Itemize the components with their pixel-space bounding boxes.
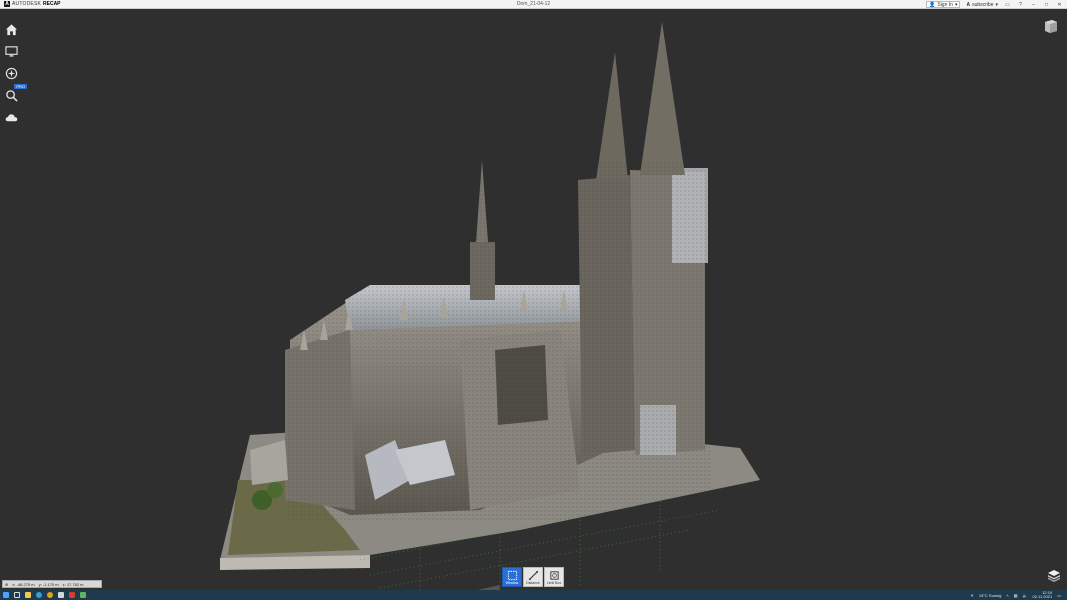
brand-recap-text: RECAP — [43, 1, 61, 7]
clock-date: 02.11.2021 — [1032, 594, 1053, 599]
point-cloud-viewport[interactable]: PRO — [0, 10, 1067, 590]
coord-y: y: -1.170 m — [38, 581, 59, 587]
selection-toolbar: Window Distance Limit Box — [502, 567, 564, 587]
navigation-button[interactable] — [4, 66, 19, 80]
monitor-icon — [5, 45, 18, 57]
windows-taskbar: ☀ 15°C Sonnig ˄ ▦ 🔈 12:10 02.11.2021 ▭ — [0, 590, 1067, 600]
window-select-button[interactable]: Window — [502, 567, 522, 587]
green-app-icon — [80, 592, 86, 598]
document-title: Dom_21-04-12 — [516, 1, 551, 7]
layers-icon[interactable] — [1047, 568, 1061, 582]
explorer-button[interactable] — [24, 591, 32, 599]
search-button[interactable]: PRO — [4, 84, 27, 102]
subscribe-label: subscribe — [972, 1, 994, 8]
edge-button[interactable] — [35, 591, 43, 599]
maximize-button[interactable]: □ — [1043, 2, 1050, 8]
cloud-button[interactable] — [4, 110, 19, 124]
weather-text: 15°C Sonnig — [978, 592, 1002, 598]
crosshair-icon: ⊕ — [5, 581, 9, 587]
chevron-down-icon: ▾ — [954, 1, 958, 8]
ruler-icon — [528, 570, 538, 580]
display-settings-button[interactable] — [4, 44, 19, 58]
chat-icon[interactable]: ▭ — [1004, 2, 1011, 8]
user-icon: 👤 — [929, 1, 936, 8]
windows-logo-icon — [3, 592, 9, 598]
compass-icon — [5, 67, 18, 79]
left-toolbar: PRO — [4, 22, 27, 124]
autodesk-logo-icon: A — [4, 1, 10, 7]
help-icon[interactable]: ? — [1017, 2, 1024, 8]
title-bar: A AUTODESK RECAP Dom_21-04-12 👤 Sign In … — [0, 0, 1067, 9]
chrome-button[interactable] — [46, 591, 54, 599]
start-button[interactable] — [2, 591, 10, 599]
app-red-button[interactable] — [68, 591, 76, 599]
sign-in-dropdown[interactable]: 👤 Sign In ▾ — [926, 1, 961, 8]
red-app-icon — [69, 592, 75, 598]
subscribe-button[interactable]: A subscribe ▾ — [966, 2, 998, 8]
close-button[interactable]: ✕ — [1056, 2, 1063, 8]
window-select-label: Window — [505, 580, 519, 585]
minimize-button[interactable]: – — [1030, 2, 1037, 8]
limit-box-label: Limit Box — [546, 580, 562, 585]
distance-button[interactable]: Distance — [523, 567, 543, 587]
weather-icon: ☀ — [970, 592, 974, 598]
pro-badge: PRO — [14, 84, 27, 89]
coordinates-bar: ⊕ x: -48.275 m y: -1.170 m z: 17.782 m — [2, 580, 102, 588]
task-view-button[interactable] — [13, 591, 21, 599]
clock[interactable]: 12:10 02.11.2021 — [1032, 590, 1053, 600]
chrome-icon — [47, 592, 53, 598]
tray-arrow-icon[interactable]: ˄ — [1006, 593, 1008, 598]
notification-icon[interactable]: ▭ — [1057, 593, 1061, 598]
coord-z: z: 17.782 m — [62, 581, 84, 587]
search-icon — [6, 89, 18, 102]
sign-in-label: Sign In — [937, 1, 953, 8]
recap-icon — [58, 592, 64, 598]
system-tray: ☀ 15°C Sonnig ˄ ▦ 🔈 12:10 02.11.2021 ▭ — [970, 590, 1061, 600]
home-icon — [5, 23, 18, 35]
limit-box-button[interactable]: Limit Box — [544, 567, 564, 587]
edge-icon — [36, 592, 42, 598]
autodesk-a-icon: A — [966, 1, 971, 8]
chevron-down-icon: ▾ — [995, 1, 998, 8]
cathedral-point-cloud — [220, 22, 761, 590]
recap-taskbar-button[interactable] — [57, 591, 65, 599]
home-button[interactable] — [4, 22, 19, 36]
folder-icon — [25, 592, 31, 598]
view-cube-icon[interactable] — [1043, 18, 1059, 34]
brand-autodesk-text: AUTODESK — [12, 1, 42, 7]
cloud-icon — [5, 113, 18, 121]
distance-label: Distance — [526, 580, 540, 585]
network-icon[interactable]: ▦ — [1014, 593, 1018, 598]
limit-box-icon — [549, 570, 559, 580]
app-green-button[interactable] — [79, 591, 87, 599]
task-view-icon — [14, 592, 20, 598]
app-brand: A AUTODESK RECAP — [0, 1, 61, 7]
volume-icon[interactable]: 🔈 — [1023, 593, 1028, 598]
window-select-icon — [507, 570, 517, 580]
coord-x: x: -48.275 m — [12, 581, 35, 587]
